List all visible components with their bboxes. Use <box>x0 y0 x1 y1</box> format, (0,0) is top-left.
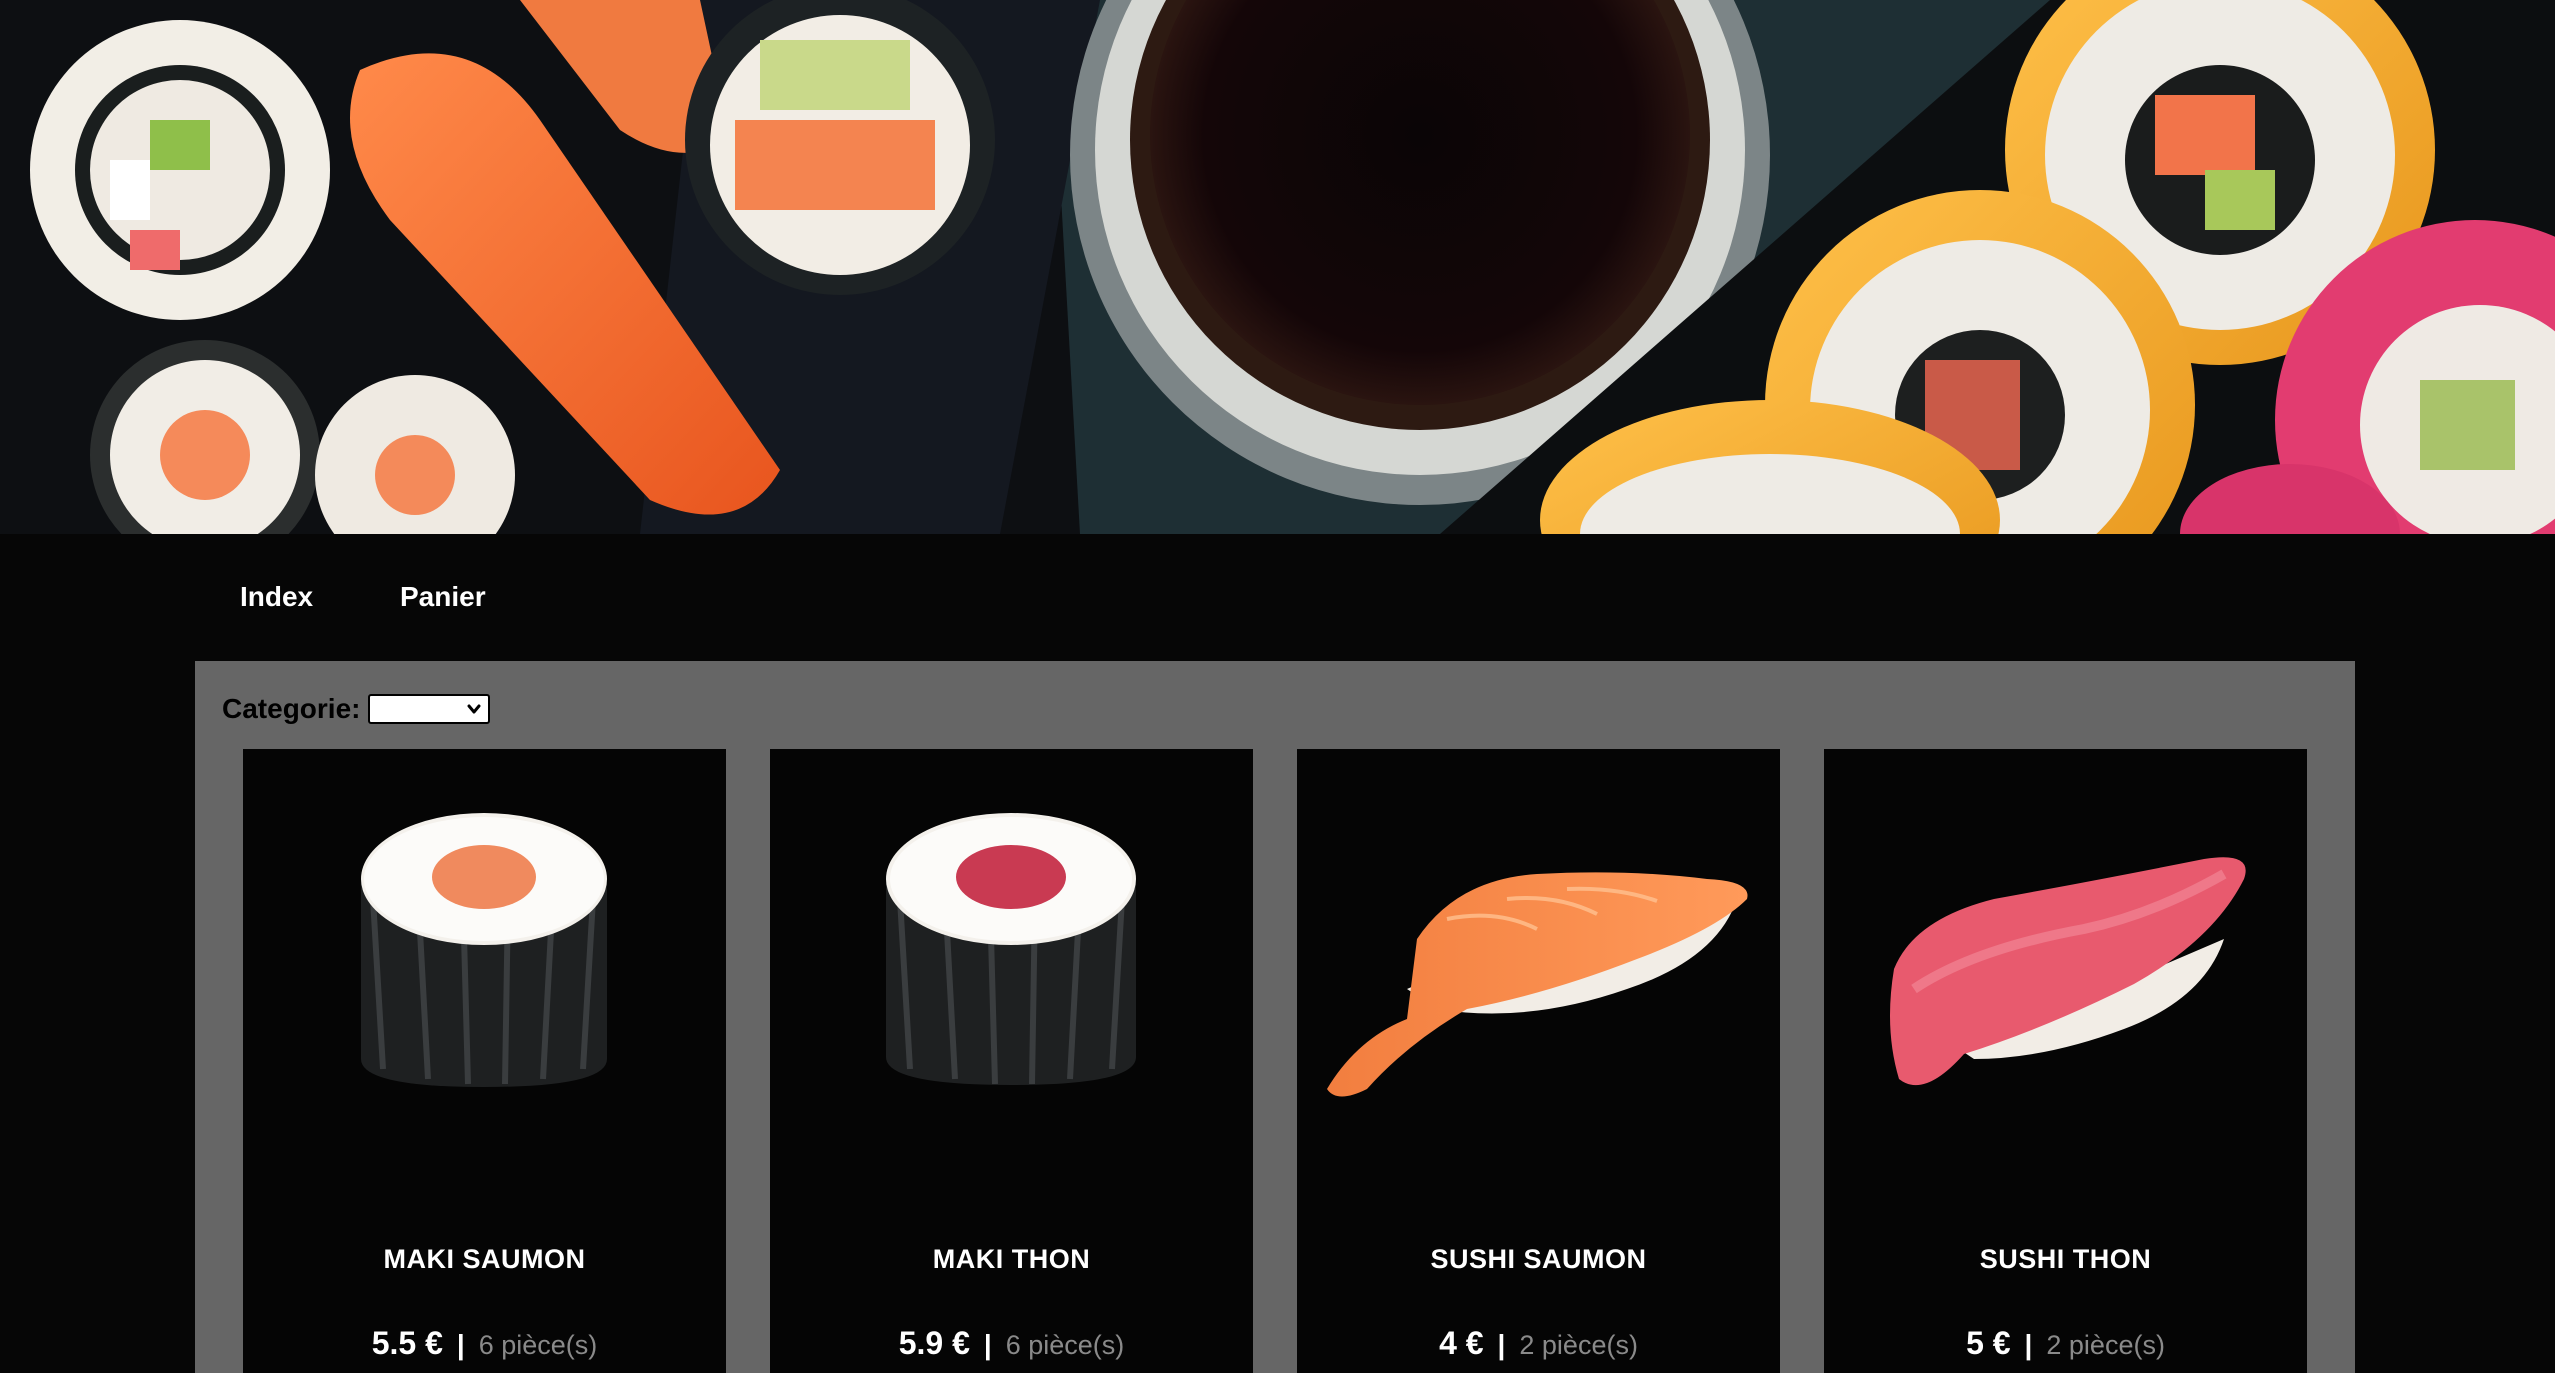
main-navigation: Index Panier <box>0 534 2555 661</box>
product-card[interactable]: MAKI THON 5.9 € | 6 pièce(s) <box>770 749 1253 1373</box>
sushi-platter-illustration <box>0 0 2555 534</box>
chevron-down-icon <box>467 704 481 714</box>
category-select[interactable] <box>368 694 491 724</box>
product-price: 5.9 € <box>898 1325 970 1361</box>
product-price-row: 4 € | 2 pièce(s) <box>1297 1325 1780 1362</box>
product-image-maki-thon <box>886 813 1136 1085</box>
product-price-row: 5.9 € | 6 pièce(s) <box>770 1325 1253 1362</box>
product-price-row: 5 € | 2 pièce(s) <box>1824 1325 2307 1362</box>
product-pieces: 6 pièce(s) <box>478 1330 598 1360</box>
category-filter: Categorie: <box>222 689 491 729</box>
product-image-maki-saumon <box>361 813 607 1087</box>
product-price: 5 € <box>1966 1325 2011 1361</box>
product-name: MAKI THON <box>932 1244 1091 1274</box>
product-pieces: 2 pièce(s) <box>1519 1330 1638 1360</box>
product-name: SUSHI THON <box>1979 1244 2152 1274</box>
product-price: 5.5 € <box>371 1325 443 1361</box>
price-separator: | <box>1497 1329 1506 1360</box>
nav-link-index[interactable]: Index <box>240 580 313 614</box>
category-filter-label: Categorie: <box>222 693 361 724</box>
catalog-panel: Categorie: MAKI SAUMON 5.5 € | 6 pièce(s) <box>195 661 2355 1373</box>
product-pieces: 6 pièce(s) <box>1005 1330 1125 1360</box>
product-card[interactable]: SUSHI SAUMON 4 € | 2 pièce(s) <box>1297 749 1780 1373</box>
hero-banner-image <box>0 0 2555 534</box>
nav-link-panier[interactable]: Panier <box>400 580 486 614</box>
product-price-row: 5.5 € | 6 pièce(s) <box>243 1325 726 1362</box>
product-name: SUSHI SAUMON <box>1430 1244 1647 1274</box>
price-separator: | <box>983 1329 992 1360</box>
product-image-sushi-saumon <box>1327 872 1748 1097</box>
product-card[interactable]: SUSHI THON 5 € | 2 pièce(s) <box>1824 749 2307 1373</box>
product-image-sushi-thon <box>1890 857 2246 1086</box>
product-price: 4 € <box>1439 1325 1484 1361</box>
price-separator: | <box>2024 1329 2033 1360</box>
price-separator: | <box>456 1329 465 1360</box>
product-pieces: 2 pièce(s) <box>2046 1330 2165 1360</box>
product-name: MAKI SAUMON <box>383 1244 586 1274</box>
product-card[interactable]: MAKI SAUMON 5.5 € | 6 pièce(s) <box>243 749 726 1373</box>
